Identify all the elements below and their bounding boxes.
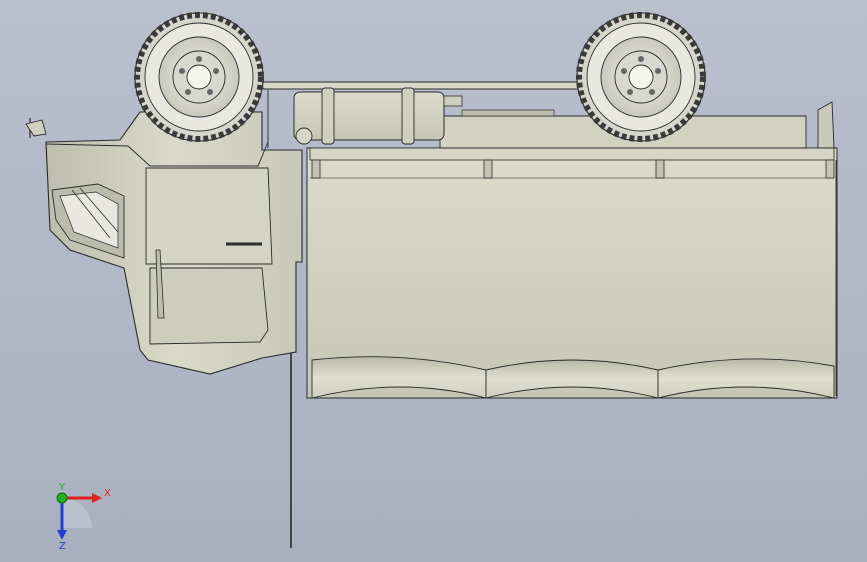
y-axis-label: Y xyxy=(58,482,66,493)
rear-wheel[interactable] xyxy=(576,12,706,142)
front-wheel[interactable] xyxy=(134,12,264,142)
coordinate-triad: X Y Z xyxy=(56,482,111,550)
fuel-tank[interactable] xyxy=(293,87,463,145)
truck-cab[interactable] xyxy=(25,111,303,375)
graphics-viewport[interactable]: X Y Z xyxy=(0,0,867,562)
y-axis-dot-icon xyxy=(56,492,68,504)
truck-model-view[interactable] xyxy=(0,0,867,562)
z-axis-label: Z xyxy=(59,541,66,550)
x-axis-label: X xyxy=(104,488,111,499)
